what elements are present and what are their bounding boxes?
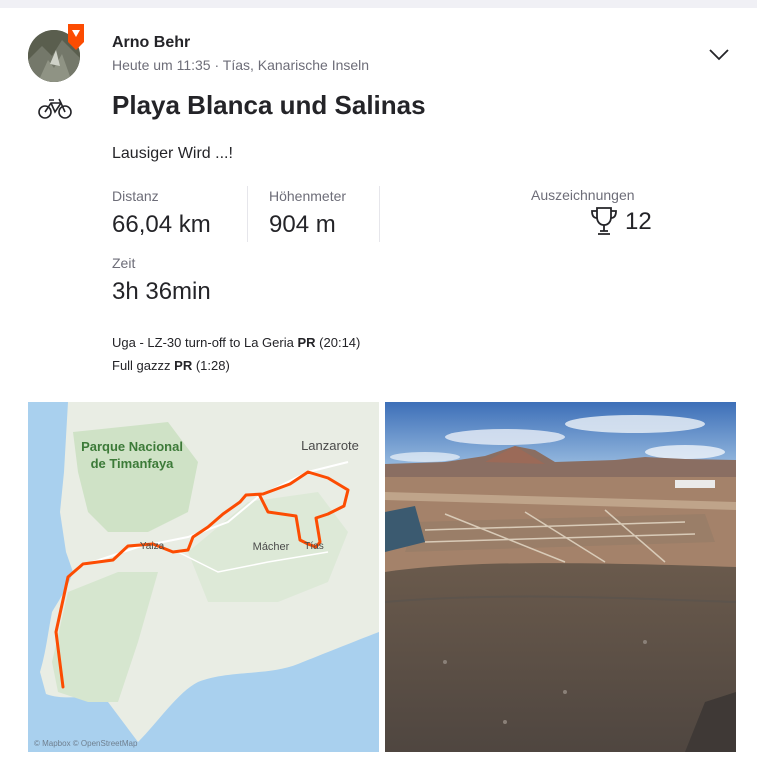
- map-label-town: Tías: [304, 541, 323, 552]
- stat-distance-value: 66,04 km: [112, 211, 211, 238]
- map-label-island: Lanzarote: [301, 438, 359, 453]
- stat-divider: [379, 186, 380, 242]
- stat-divider: [247, 186, 248, 242]
- pr-badge: PR: [174, 358, 193, 373]
- stat-time-value: 3h 36min: [112, 278, 211, 305]
- athlete-name[interactable]: Arno Behr: [112, 34, 190, 52]
- pr-badge: PR: [297, 335, 316, 350]
- map-attribution[interactable]: © Mapbox © OpenStreetMap: [34, 739, 138, 748]
- segment-time: (1:28): [195, 358, 230, 373]
- segment-effort[interactable]: Full gazzz PR (1:28): [112, 358, 230, 373]
- trophy-icon: [591, 207, 617, 235]
- achievements-label: Auszeichnungen: [531, 187, 635, 203]
- activity-meta: Heute um 11:35 · Tías, Kanarische Inseln: [112, 57, 370, 73]
- stat-time-label: Zeit: [112, 255, 136, 271]
- route-map[interactable]: Parque Nacional de Timanfaya Lanzarote M…: [28, 402, 379, 752]
- segment-name: Uga - LZ-30 turn-off to La Geria: [112, 335, 294, 350]
- segment-name: Full gazzz: [112, 358, 171, 373]
- activity-title[interactable]: Playa Blanca und Salinas: [112, 90, 426, 121]
- map-label-town: Yaiza: [140, 541, 165, 552]
- chevron-down-icon[interactable]: [708, 48, 730, 62]
- segment-time: (20:14): [319, 335, 361, 350]
- activity-card: Arno Behr Heute um 11:35 · Tías, Kanaris…: [0, 8, 757, 775]
- map-label-park: de Timanfaya: [91, 456, 175, 471]
- segment-effort[interactable]: Uga - LZ-30 turn-off to La Geria PR (20:…: [112, 335, 360, 350]
- stat-distance-label: Distanz: [112, 188, 159, 204]
- map-label-town: Mácher: [253, 541, 290, 553]
- bike-icon: [38, 98, 72, 119]
- stat-elevation-value: 904 m: [269, 211, 336, 238]
- stat-elevation-label: Höhenmeter: [269, 188, 347, 204]
- activity-photo[interactable]: [385, 402, 736, 752]
- activity-description: Lausiger Wird ...!: [112, 145, 233, 162]
- achievements-count[interactable]: 12: [625, 208, 652, 236]
- map-label-park: Parque Nacional: [81, 439, 183, 454]
- subscriber-badge-icon: [68, 24, 84, 50]
